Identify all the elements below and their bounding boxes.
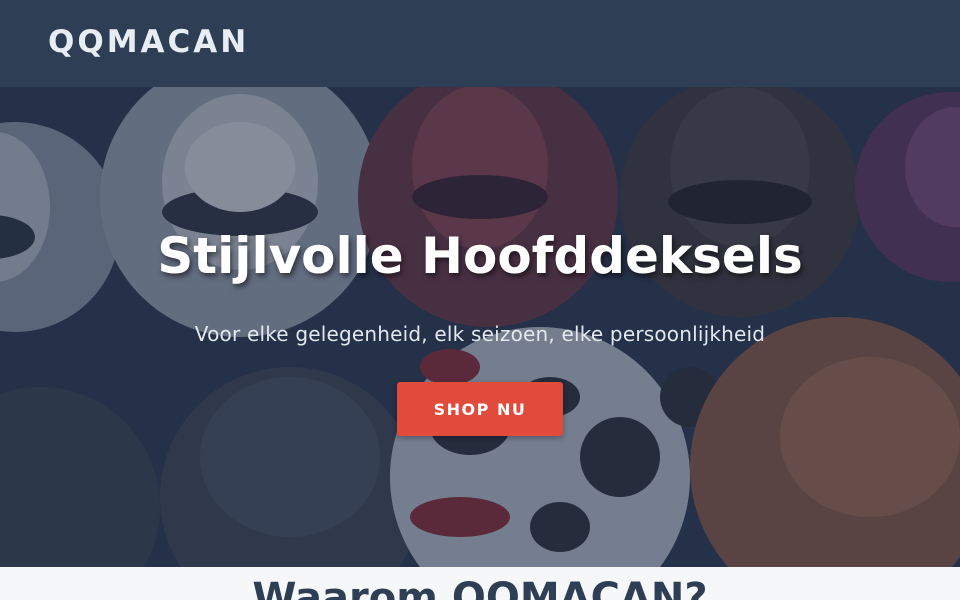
hero-subtitle: Voor elke gelegenheid, elk seizoen, elke… [194, 322, 766, 346]
brand-logo[interactable]: QQMACAN [48, 24, 249, 60]
site-header: QQMACAN [0, 0, 960, 87]
section-title: Waarom QQMACAN? [252, 575, 708, 600]
hero-title: Stijlvolle Hoofddeksels [157, 227, 803, 285]
hero-banner: Stijlvolle Hoofddeksels Voor elke gelege… [0, 87, 960, 567]
shop-now-button[interactable]: SHOP NU [397, 382, 563, 436]
why-section: Waarom QQMACAN? [0, 567, 960, 600]
